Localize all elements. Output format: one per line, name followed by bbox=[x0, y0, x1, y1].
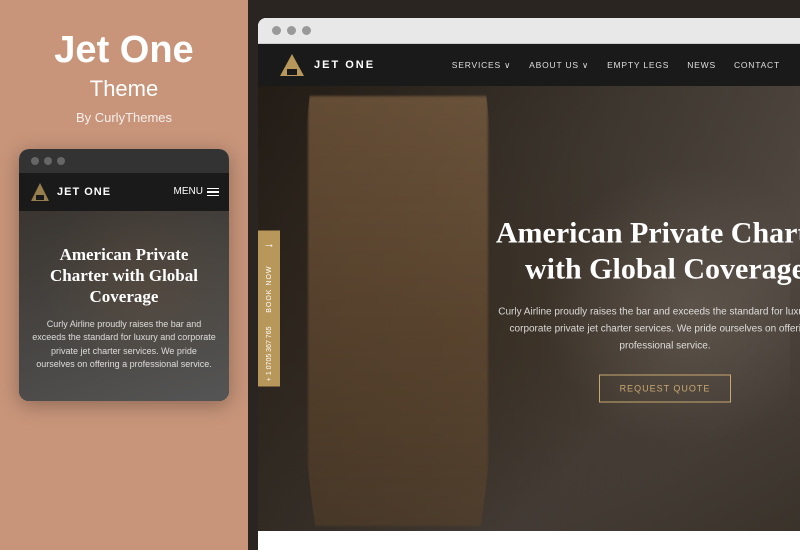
mobile-dot-3 bbox=[57, 157, 65, 165]
request-quote-button[interactable]: REQUEST QUOTE bbox=[599, 374, 732, 402]
mobile-logo-text: JET ONE bbox=[57, 186, 111, 198]
nav-link-contact[interactable]: CONTACT bbox=[734, 60, 780, 70]
desktop-browser-bar bbox=[258, 18, 800, 44]
desktop-preview: JET ONE SERVICES ∨ ABOUT US ∨ EMPTY LEGS… bbox=[258, 18, 800, 550]
nav-link-empty-legs[interactable]: EMPTY LEGS bbox=[607, 60, 669, 70]
right-panel: JET ONE SERVICES ∨ ABOUT US ∨ EMPTY LEGS… bbox=[248, 0, 800, 550]
desktop-hero-content: American Private Charter with Global Cov… bbox=[495, 215, 800, 402]
side-tab: → BOOK NOW + 1 0705 367 765 bbox=[258, 230, 280, 387]
mobile-dot-2 bbox=[44, 157, 52, 165]
mobile-hero: American Private Charter with Global Cov… bbox=[19, 211, 229, 401]
nav-link-services[interactable]: SERVICES ∨ bbox=[452, 60, 511, 71]
hamburger-icon bbox=[207, 188, 219, 197]
desktop-nav: JET ONE SERVICES ∨ ABOUT US ∨ EMPTY LEGS… bbox=[258, 44, 800, 86]
mobile-hero-text: Curly Airline proudly raises the bar and… bbox=[31, 318, 217, 372]
hamburger-line-2 bbox=[207, 191, 219, 193]
mobile-preview: JET ONE MENU American Private Charter wi… bbox=[19, 149, 229, 401]
mobile-browser-bar bbox=[19, 149, 229, 173]
browser-dot-2 bbox=[287, 26, 296, 35]
desktop-hero-title: American Private Charter with Global Cov… bbox=[495, 215, 800, 287]
person-silhouette bbox=[308, 96, 488, 526]
desktop-nav-links: SERVICES ∨ ABOUT US ∨ EMPTY LEGS NEWS CO… bbox=[452, 60, 780, 71]
mobile-hero-title: American Private Charter with Global Cov… bbox=[31, 244, 217, 308]
hamburger-line-1 bbox=[207, 188, 219, 190]
theme-title: Jet One bbox=[54, 30, 193, 72]
left-panel: Jet One Theme By CurlyThemes JET ONE MEN… bbox=[0, 0, 248, 550]
menu-label: MENU bbox=[174, 186, 203, 197]
mobile-logo-icon bbox=[29, 181, 51, 203]
mobile-hero-content: American Private Charter with Global Cov… bbox=[31, 244, 217, 372]
theme-by: By CurlyThemes bbox=[76, 110, 172, 125]
desktop-hero-text: Curly Airline proudly raises the bar and… bbox=[495, 303, 800, 354]
side-tab-book-now[interactable]: BOOK NOW bbox=[266, 257, 273, 320]
desktop-logo-text: JET ONE bbox=[314, 59, 375, 71]
nav-link-about[interactable]: ABOUT US ∨ bbox=[529, 60, 589, 71]
side-tab-arrow: → bbox=[263, 230, 275, 257]
browser-dot-3 bbox=[302, 26, 311, 35]
browser-dot-1 bbox=[272, 26, 281, 35]
mobile-nav: JET ONE MENU bbox=[19, 173, 229, 211]
mobile-dot-1 bbox=[31, 157, 39, 165]
mobile-menu-button[interactable]: MENU bbox=[174, 186, 219, 197]
theme-subtitle: Theme bbox=[90, 76, 158, 102]
desktop-hero: → BOOK NOW + 1 0705 367 765 American Pri… bbox=[258, 86, 800, 531]
mobile-logo-area: JET ONE bbox=[29, 181, 111, 203]
nav-link-news[interactable]: NEWS bbox=[687, 60, 716, 70]
hamburger-line-3 bbox=[207, 195, 219, 197]
side-tab-phone: + 1 0705 367 765 bbox=[266, 320, 273, 387]
desktop-logo-area: JET ONE bbox=[278, 51, 375, 79]
desktop-logo-icon bbox=[278, 51, 306, 79]
